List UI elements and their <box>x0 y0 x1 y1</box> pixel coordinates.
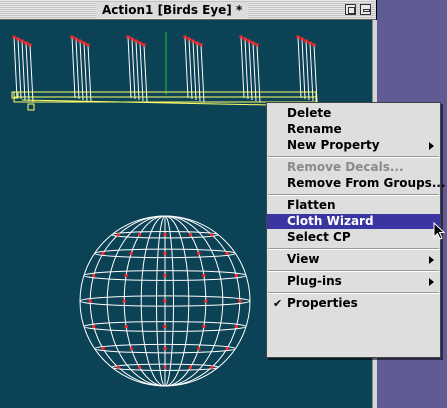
menu-item-rename[interactable]: Rename <box>267 122 440 137</box>
control-point[interactable] <box>124 325 128 328</box>
collapse-box-icon[interactable] <box>360 4 371 15</box>
submenu-arrow-icon <box>429 256 434 264</box>
control-point[interactable] <box>92 325 96 328</box>
control-point[interactable] <box>210 365 214 369</box>
menu-item-cloth-wizard[interactable]: Cloth Wizard <box>267 214 440 229</box>
control-point[interactable] <box>202 325 206 328</box>
control-point[interactable] <box>163 251 167 255</box>
control-point[interactable] <box>122 299 126 303</box>
context-menu: Delete Rename New Property Remove Decals… <box>266 102 446 358</box>
control-point[interactable] <box>163 233 167 237</box>
menu-separator <box>268 156 439 158</box>
control-point[interactable] <box>202 274 206 277</box>
window-title-bar[interactable]: Action1 [Birds Eye] * <box>0 0 376 20</box>
control-point[interactable] <box>116 365 120 369</box>
control-point[interactable] <box>101 251 105 255</box>
control-point[interactable] <box>189 365 193 369</box>
checkmark-icon: ✔ <box>273 297 283 310</box>
control-point[interactable] <box>129 347 133 351</box>
menu-separator <box>268 292 439 294</box>
control-point[interactable] <box>163 274 167 277</box>
submenu-arrow-icon <box>429 278 434 286</box>
window-title: Action1 [Birds Eye] * <box>96 2 249 18</box>
control-point[interactable] <box>163 347 167 351</box>
menu-item-plug-ins[interactable]: Plug-ins <box>267 274 440 289</box>
control-point[interactable] <box>163 325 167 328</box>
control-point[interactable] <box>238 299 242 303</box>
control-point[interactable] <box>137 365 141 369</box>
control-point[interactable] <box>92 274 96 277</box>
control-point[interactable] <box>197 347 201 351</box>
mouse-pointer-icon <box>433 222 446 240</box>
control-point[interactable] <box>163 299 167 303</box>
control-point[interactable] <box>197 251 201 255</box>
zoom-box-icon[interactable] <box>345 4 356 15</box>
control-point[interactable] <box>204 299 208 303</box>
menu-item-flatten[interactable]: Flatten <box>267 198 440 213</box>
menu-separator <box>268 248 439 250</box>
control-point[interactable] <box>137 233 141 237</box>
control-point[interactable] <box>129 251 133 255</box>
sphere-model[interactable] <box>79 215 251 387</box>
control-point[interactable] <box>124 274 128 277</box>
menu-item-select-cp[interactable]: Select CP <box>267 230 440 245</box>
control-point[interactable] <box>234 325 238 328</box>
menu-separator <box>268 194 439 196</box>
menu-item-properties[interactable]: ✔ Properties <box>267 296 440 311</box>
control-point[interactable] <box>225 251 229 255</box>
control-point[interactable] <box>189 233 193 237</box>
control-point[interactable] <box>88 299 92 303</box>
menu-separator <box>268 270 439 272</box>
control-point[interactable] <box>234 274 238 277</box>
menu-item-remove-from-groups[interactable]: Remove From Groups... <box>267 176 446 191</box>
control-point[interactable] <box>116 233 120 237</box>
menu-item-view[interactable]: View <box>267 252 440 267</box>
control-point[interactable] <box>225 347 229 351</box>
control-point[interactable] <box>101 347 105 351</box>
menu-item-remove-decals: Remove Decals... <box>287 160 404 174</box>
control-point[interactable] <box>210 233 214 237</box>
menu-item-delete[interactable]: Delete <box>267 106 440 121</box>
control-point[interactable] <box>163 365 167 369</box>
menu-item-new-property[interactable]: New Property <box>267 138 440 153</box>
submenu-arrow-icon <box>429 142 434 150</box>
